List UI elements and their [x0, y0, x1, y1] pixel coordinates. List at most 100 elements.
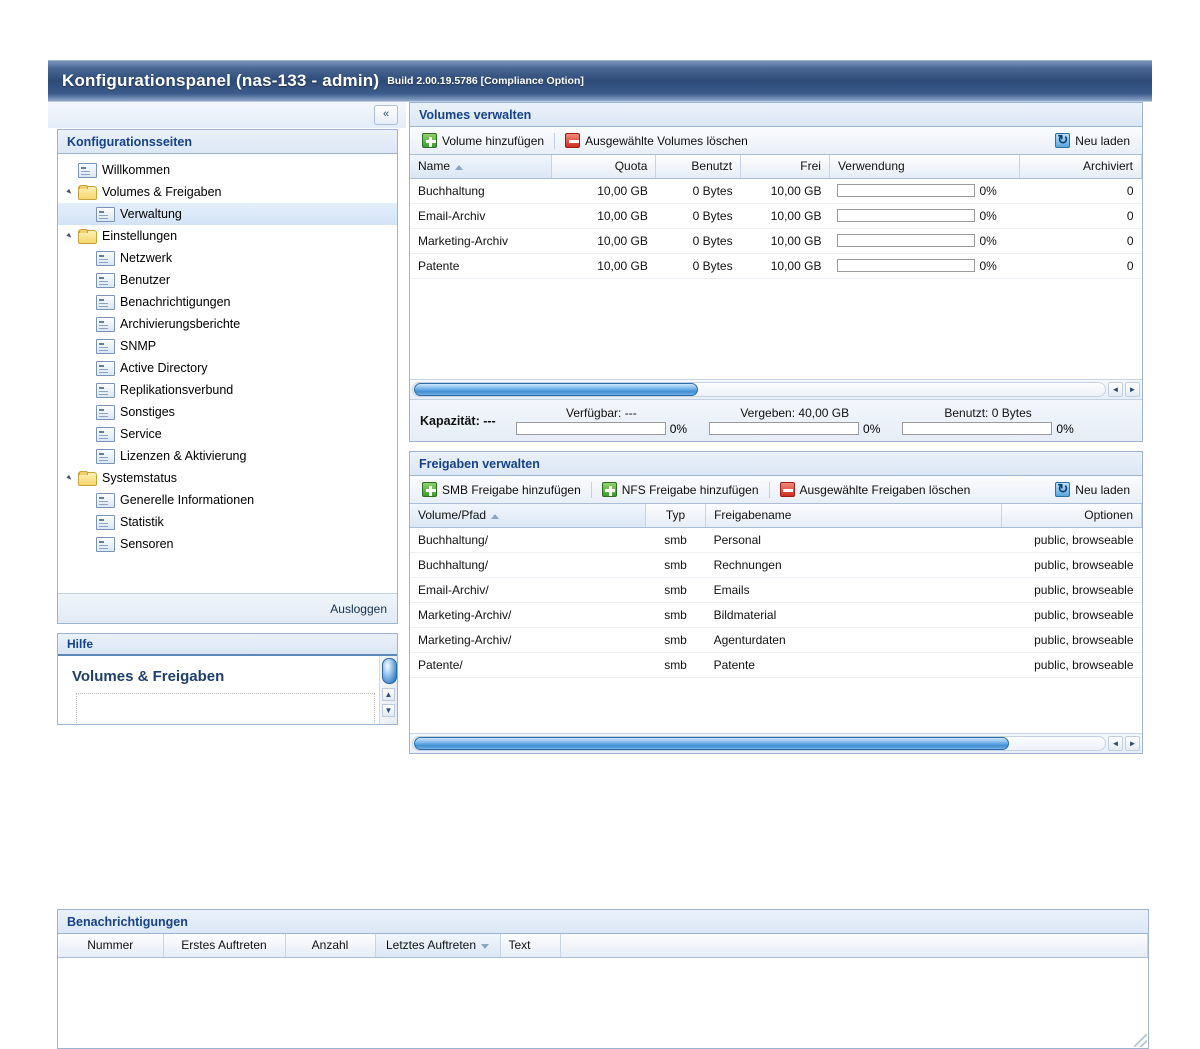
column-header-usage[interactable]: Verwendung — [829, 155, 1019, 178]
column-header-text[interactable]: Text — [500, 934, 560, 957]
tree-expander-icon[interactable] — [64, 186, 77, 199]
chevron-double-left-icon[interactable]: « — [374, 105, 398, 125]
add-nfs-share-button[interactable]: NFS Freigabe hinzufügen — [596, 479, 765, 501]
column-header-label: Volume/Pfad — [418, 508, 486, 522]
column-header-quota[interactable]: Quota — [552, 155, 656, 178]
sidebar-item-active-directory[interactable]: Active Directory — [58, 357, 397, 379]
page-icon — [96, 449, 115, 464]
add-smb-share-button[interactable]: SMB Freigabe hinzufügen — [416, 479, 587, 501]
column-header-name[interactable]: Name — [410, 155, 552, 178]
table-row[interactable]: Email-Archiv/smbEmailspublic, browseable — [410, 577, 1142, 602]
shares-horizontal-scrollbar[interactable]: ◄ ► — [410, 733, 1142, 753]
sidebar-item-willkommen[interactable]: Willkommen — [58, 159, 397, 181]
volumes-horizontal-scrollbar[interactable]: ◄ ► — [410, 379, 1142, 399]
scroll-up-arrow-icon[interactable]: ▲ — [382, 688, 395, 701]
table-row[interactable]: Buchhaltung/smbRechnungenpublic, browsea… — [410, 552, 1142, 577]
tree-spacer — [64, 164, 77, 177]
tree-spacer — [82, 516, 95, 529]
tree-spacer — [82, 384, 95, 397]
tree-expander-icon[interactable] — [64, 230, 77, 243]
notifications-table: Nummer Erstes Auftreten Anzahl Letztes Auft… — [58, 934, 1148, 958]
scroll-down-arrow-icon[interactable]: ▼ — [382, 704, 395, 717]
help-scroll-thumb[interactable] — [382, 658, 397, 684]
usage-percent-label: 0% — [979, 259, 996, 273]
column-header-label: Typ — [666, 508, 685, 522]
delete-shares-button[interactable]: Ausgewählte Freigaben löschen — [774, 479, 977, 501]
build-info: Build 2.00.19.5786 [Compliance Option] — [387, 75, 584, 88]
capacity-group: Verfügbar: ---0% — [516, 406, 687, 436]
scroll-right-arrow-icon[interactable]: ► — [1125, 382, 1140, 397]
shares-table-body: Buchhaltung/smbPersonalpublic, browseabl… — [410, 527, 1142, 677]
column-header-label: Erstes Auftreten — [181, 938, 266, 952]
scroll-left-arrow-icon[interactable]: ◄ — [1108, 382, 1123, 397]
cell-used: 0 Bytes — [656, 253, 741, 278]
help-vertical-scrollbar[interactable]: ▲ ▼ — [379, 656, 397, 724]
sidebar-item-replikationsverbund[interactable]: Replikationsverbund — [58, 379, 397, 401]
page-icon — [96, 339, 115, 354]
delete-volumes-button[interactable]: Ausgewählte Volumes löschen — [559, 130, 754, 152]
column-header-label: Archiviert — [1083, 159, 1133, 173]
reload-shares-button[interactable]: Neu laden — [1049, 479, 1136, 501]
column-header-archived[interactable]: Archiviert — [1020, 155, 1142, 178]
sidebar-item-netzwerk[interactable]: Netzwerk — [58, 247, 397, 269]
column-header-number[interactable]: Nummer — [58, 934, 163, 957]
shares-scroll-thumb[interactable] — [414, 737, 1009, 750]
config-pages-panel: Konfigurationsseiten WillkommenVolumes &… — [57, 129, 398, 624]
sidebar-item-archivierungsberichte[interactable]: Archivierungsberichte — [58, 313, 397, 335]
column-header-label: Text — [509, 938, 531, 952]
table-row[interactable]: Marketing-Archiv/smbAgenturdatenpublic, … — [410, 627, 1142, 652]
scroll-left-arrow-icon[interactable]: ◄ — [1108, 736, 1123, 751]
table-row[interactable]: Marketing-Archiv/smbBildmaterialpublic, … — [410, 602, 1142, 627]
sidebar-item-verwaltung[interactable]: Verwaltung — [58, 203, 397, 225]
resize-grip-icon[interactable] — [1134, 1034, 1147, 1047]
sidebar-item-benutzer[interactable]: Benutzer — [58, 269, 397, 291]
scroll-right-arrow-icon[interactable]: ► — [1125, 736, 1140, 751]
column-header-first-occurrence[interactable]: Erstes Auftreten — [163, 934, 285, 957]
sidebar-item-snmp[interactable]: SNMP — [58, 335, 397, 357]
sidebar-collapse-strip: « — [48, 102, 406, 129]
column-header-free[interactable]: Frei — [741, 155, 830, 178]
column-header-path[interactable]: Volume/Pfad — [410, 504, 645, 527]
column-header-count[interactable]: Anzahl — [285, 934, 375, 957]
column-header-last-occurrence[interactable]: Letztes Auftreten — [375, 934, 500, 957]
volumes-scroll-track[interactable] — [412, 382, 1106, 397]
sidebar-item-sensoren[interactable]: Sensoren — [58, 533, 397, 555]
column-header-label: Letztes Auftreten — [386, 938, 476, 952]
sidebar-item-volumes-freigaben[interactable]: Volumes & Freigaben — [58, 181, 397, 203]
tree-expander-icon[interactable] — [64, 472, 77, 485]
cell-usage: 0% — [829, 203, 1019, 228]
cell-type: smb — [645, 627, 705, 652]
sidebar-item-label: Volumes & Freigaben — [102, 185, 222, 199]
volumes-table: NameQuotaBenutztFreiVerwendung Archiviert… — [410, 155, 1142, 279]
sidebar-item-systemstatus[interactable]: Systemstatus — [58, 467, 397, 489]
sidebar-item-lizenzen-aktivierung[interactable]: Lizenzen & Aktivierung — [58, 445, 397, 467]
sidebar-item-einstellungen[interactable]: Einstellungen — [58, 225, 397, 247]
help-panel: Hilfe Volumes & Freigaben ▲ ▼ — [57, 633, 398, 725]
sidebar-item-statistik[interactable]: Statistik — [58, 511, 397, 533]
sidebar-item-generelle-informationen[interactable]: Generelle Informationen — [58, 489, 397, 511]
sidebar-item-service[interactable]: Service — [58, 423, 397, 445]
reload-volumes-button[interactable]: Neu laden — [1049, 130, 1136, 152]
sidebar-item-label: Lizenzen & Aktivierung — [120, 449, 246, 463]
table-row[interactable]: Buchhaltung/smbPersonalpublic, browseabl… — [410, 527, 1142, 552]
cell-quota: 10,00 GB — [552, 253, 656, 278]
add-volume-button[interactable]: Volume hinzufügen — [416, 130, 550, 152]
table-row[interactable]: Marketing-Archiv10,00 GB0 Bytes10,00 GB0… — [410, 228, 1142, 253]
tree-spacer — [82, 538, 95, 551]
cell-path: Buchhaltung/ — [410, 527, 645, 552]
table-row[interactable]: Patente/smbPatentepublic, browseable — [410, 652, 1142, 677]
sidebar-item-benachrichtigungen[interactable]: Benachrichtigungen — [58, 291, 397, 313]
column-header-sharename[interactable]: Freigabename — [706, 504, 1002, 527]
logout-button[interactable]: Ausloggen — [58, 593, 397, 623]
sidebar-item-sonstiges[interactable]: Sonstiges — [58, 401, 397, 423]
table-row[interactable]: Buchhaltung10,00 GB0 Bytes10,00 GB0%0 — [410, 178, 1142, 203]
table-row[interactable]: Email-Archiv10,00 GB0 Bytes10,00 GB0%0 — [410, 203, 1142, 228]
capacity-progress-bar — [902, 422, 1052, 435]
shares-scroll-track[interactable] — [412, 736, 1106, 751]
column-header-options[interactable]: Optionen — [1001, 504, 1141, 527]
column-header-used[interactable]: Benutzt — [656, 155, 741, 178]
sidebar-item-label: Generelle Informationen — [120, 493, 254, 507]
volumes-scroll-thumb[interactable] — [414, 383, 698, 396]
column-header-type[interactable]: Typ — [645, 504, 705, 527]
table-row[interactable]: Patente10,00 GB0 Bytes10,00 GB0%0 — [410, 253, 1142, 278]
